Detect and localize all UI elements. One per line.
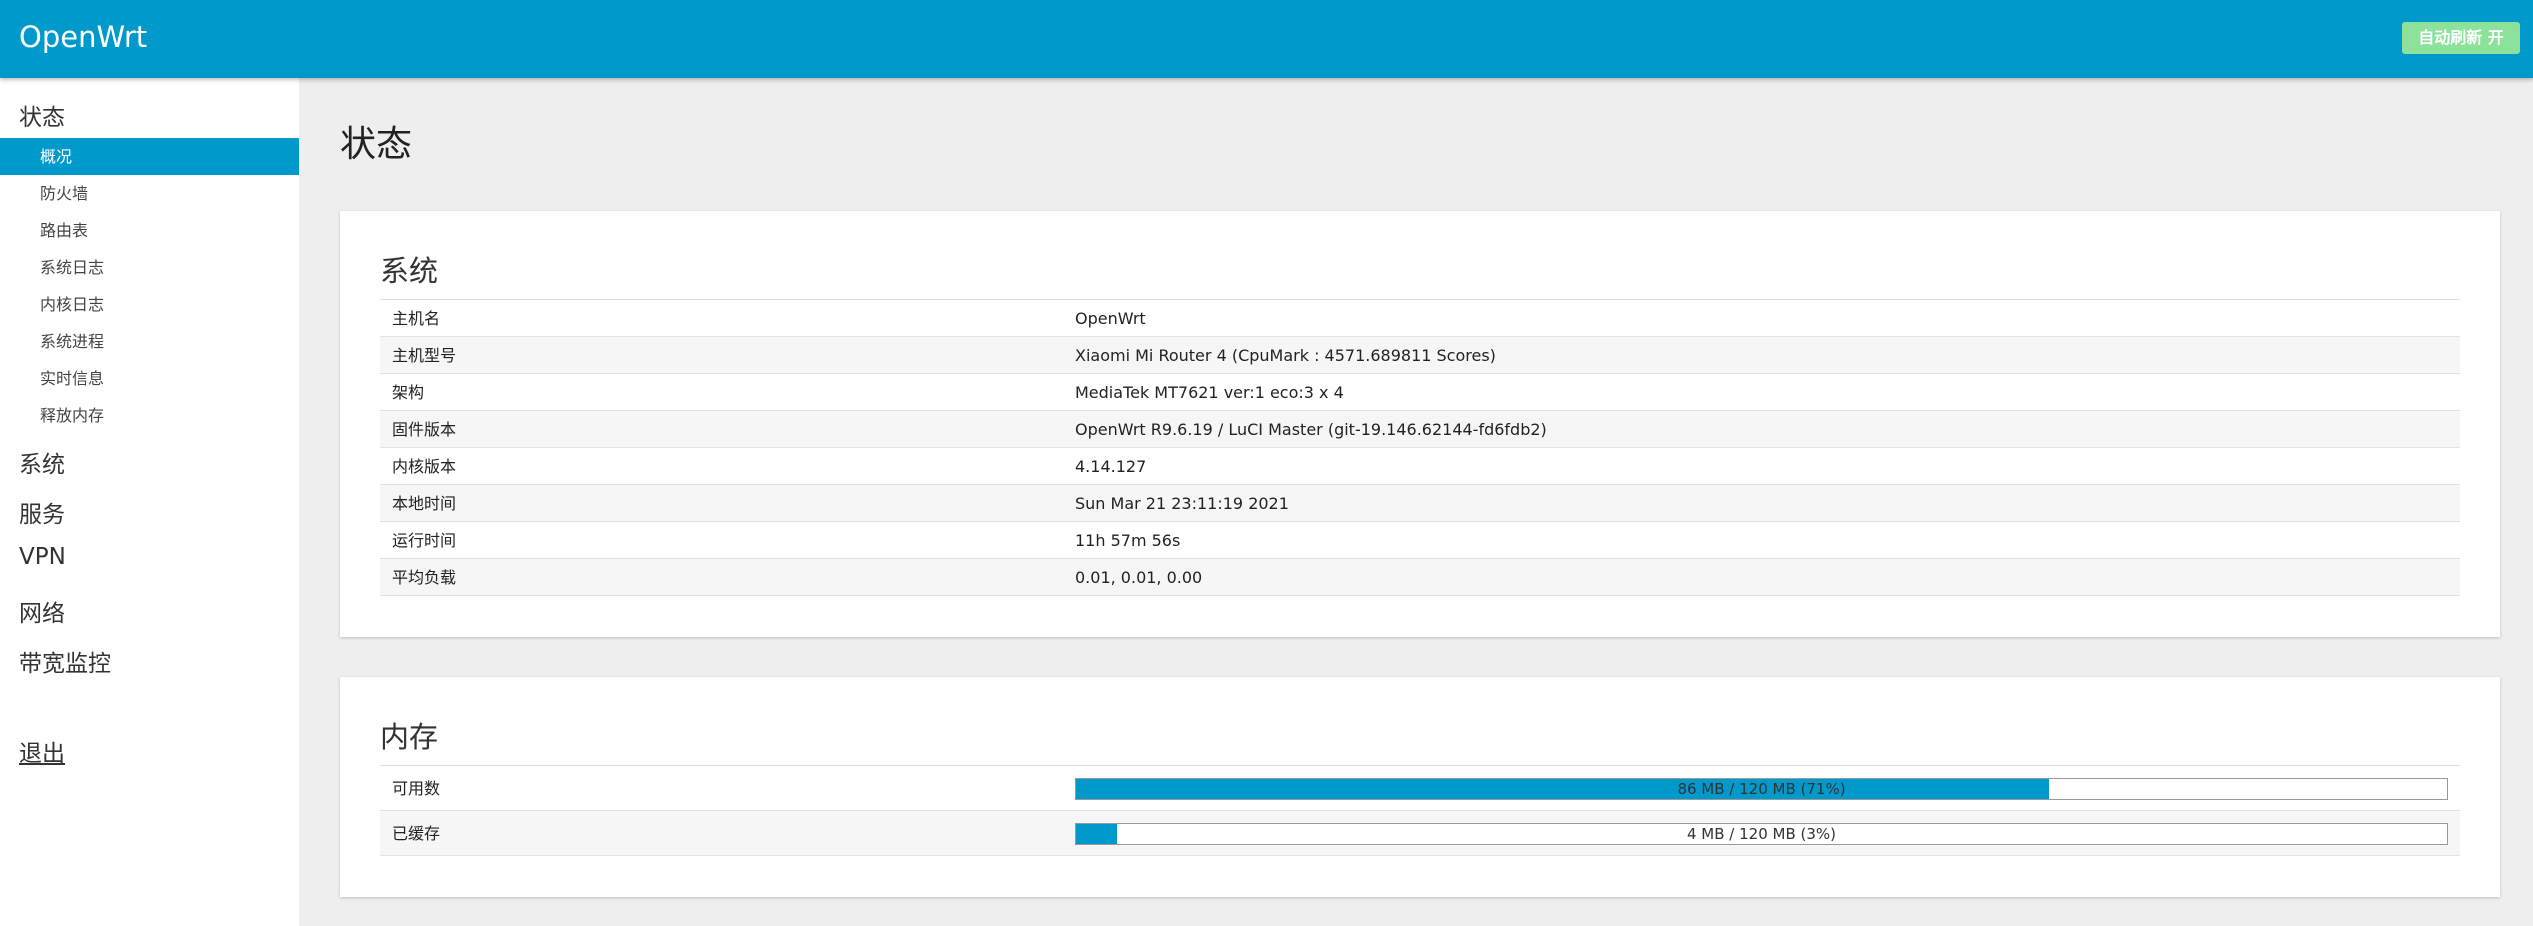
menu-bandwidth[interactable]: 带宽监控 [19,644,111,678]
brand-logo[interactable]: OpenWrt [19,20,147,54]
sidebar-item-processes[interactable]: 系统进程 [0,323,299,360]
row-value: OpenWrt R9.6.19 / LuCI Master (git-19.14… [1075,420,1547,439]
menu-services[interactable]: 服务 [19,495,65,529]
system-card: 系统 主机名 OpenWrt 主机型号 Xiaomi Mi Router 4 (… [340,211,2500,637]
table-row: 内核版本 4.14.127 [380,448,2460,485]
row-key: 固件版本 [392,420,457,439]
menu-vpn[interactable]: VPN [19,544,66,570]
table-row: 已缓存 4 MB / 120 MB (3%) [380,811,2460,856]
page-title: 状态 [340,124,413,165]
sidebar-item-free-memory[interactable]: 释放内存 [0,397,299,434]
sidebar-item-overview[interactable]: 概况 [0,138,299,175]
row-value: OpenWrt [1075,309,1146,328]
table-row: 架构 MediaTek MT7621 ver:1 eco:3 x 4 [380,374,2460,411]
memory-card: 内存 可用数 86 MB / 120 MB (71%) 已缓存 4 MB / 1… [340,677,2500,897]
table-row: 本地时间 Sun Mar 21 23:11:19 2021 [380,485,2460,522]
row-value: Sun Mar 21 23:11:19 2021 [1075,494,1289,513]
memory-card-title: 内存 [380,720,439,754]
top-bar: OpenWrt 自动刷新 开 [0,0,2533,78]
row-value: MediaTek MT7621 ver:1 eco:3 x 4 [1075,383,1344,402]
table-row: 平均负载 0.01, 0.01, 0.00 [380,559,2460,596]
menu-status[interactable]: 状态 [19,98,65,132]
sidebar: 状态 概况 防火墙 路由表 系统日志 内核日志 系统进程 实时信息 释放内存 系… [0,78,299,926]
row-key: 已缓存 [392,824,441,843]
row-key: 可用数 [392,779,441,798]
table-row: 主机名 OpenWrt [380,300,2460,337]
row-value: 11h 57m 56s [1075,531,1181,550]
row-value: Xiaomi Mi Router 4 (CpuMark : 4571.68981… [1075,346,1496,365]
table-row: 固件版本 OpenWrt R9.6.19 / LuCI Master (git-… [380,411,2460,448]
row-key: 主机名 [392,309,441,328]
auto-refresh-button[interactable]: 自动刷新 开 [2402,22,2520,54]
memory-table: 可用数 86 MB / 120 MB (71%) 已缓存 4 MB / 120 … [380,765,2460,856]
memory-cached-bar: 4 MB / 120 MB (3%) [1075,823,2448,845]
sidebar-item-kernel-log[interactable]: 内核日志 [0,286,299,323]
sidebar-item-syslog[interactable]: 系统日志 [0,249,299,286]
sidebar-item-routes[interactable]: 路由表 [0,212,299,249]
row-key: 架构 [392,383,425,402]
progress-label: 4 MB / 120 MB (3%) [1686,825,1837,843]
menu-network[interactable]: 网络 [19,594,65,628]
sidebar-item-firewall[interactable]: 防火墙 [0,175,299,212]
menu-system[interactable]: 系统 [19,445,65,479]
row-key: 内核版本 [392,457,457,476]
system-info-table: 主机名 OpenWrt 主机型号 Xiaomi Mi Router 4 (Cpu… [380,299,2460,596]
row-key: 本地时间 [392,494,457,513]
progress-label: 86 MB / 120 MB (71%) [1677,780,1846,798]
row-value: 0.01, 0.01, 0.00 [1075,568,1203,587]
row-key: 运行时间 [392,531,457,550]
logout-link[interactable]: 退出 [19,734,65,768]
system-card-title: 系统 [380,254,439,288]
row-key: 平均负载 [392,568,457,587]
row-value: 4.14.127 [1075,457,1147,476]
row-key: 主机型号 [392,346,457,365]
table-row: 主机型号 Xiaomi Mi Router 4 (CpuMark : 4571.… [380,337,2460,374]
sidebar-item-realtime[interactable]: 实时信息 [0,360,299,397]
table-row: 可用数 86 MB / 120 MB (71%) [380,766,2460,811]
memory-available-bar: 86 MB / 120 MB (71%) [1075,778,2448,800]
table-row: 运行时间 11h 57m 56s [380,522,2460,559]
